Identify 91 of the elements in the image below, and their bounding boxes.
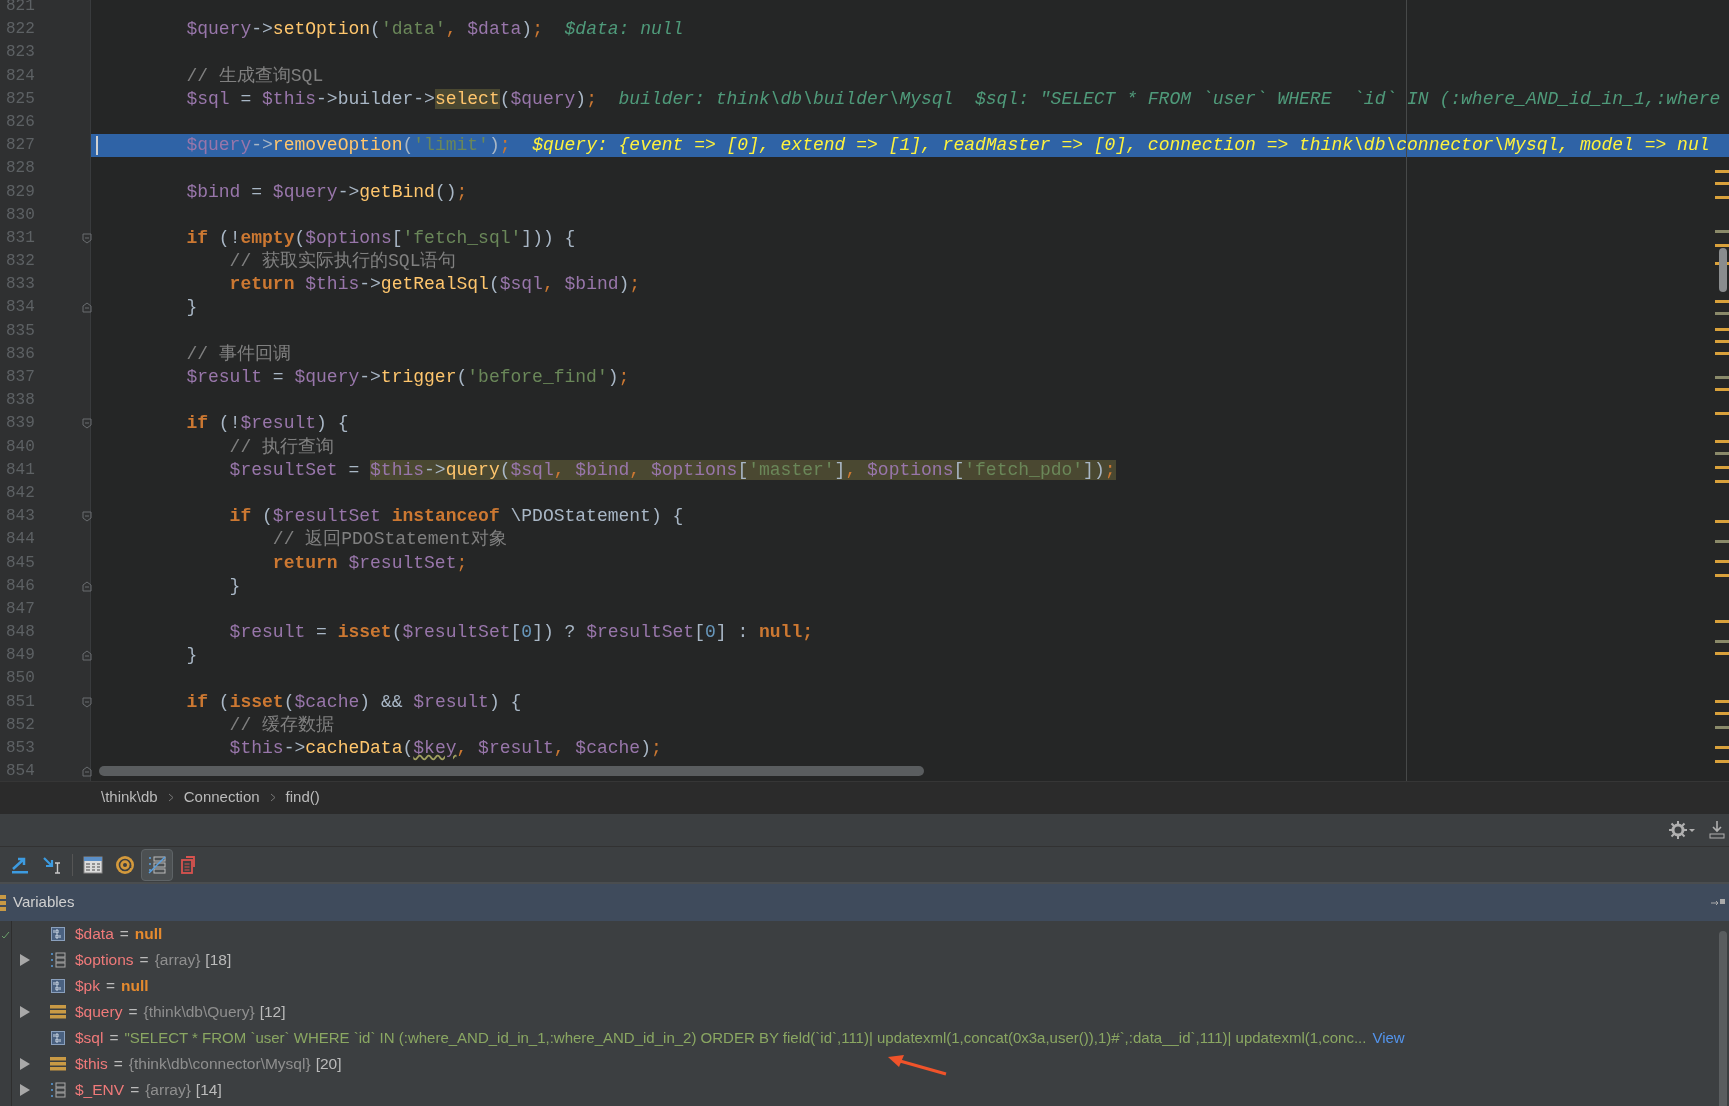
numbered-list-icon <box>147 854 167 875</box>
panel-title: Variables <box>13 892 75 913</box>
expand-triangle-icon[interactable] <box>20 1058 30 1070</box>
code-line: } <box>185 296 198 320</box>
check-icon[interactable] <box>1 931 10 940</box>
inline-debug-value: builder: think\db\builder\Mysql $sql: "SELECT * FROM `user` WHERE `id` IN (:where_AND_id_in_1,:where <box>618 87 1721 111</box>
code-line: return $this->getRealSql($sql, $bind); <box>228 273 641 297</box>
code-line: if (!$result) { <box>185 412 349 436</box>
fold-marker-icon[interactable] <box>82 766 92 778</box>
code-line: // 获取实际执行的SQL语句 <box>228 250 457 274</box>
code-line: // 执行查询 <box>228 435 335 459</box>
fold-marker-icon[interactable] <box>82 232 92 244</box>
code-line: $bind = $query->getBind(); <box>185 180 468 204</box>
inline-debug-value: $data: null <box>564 18 684 42</box>
variable-value: null <box>134 924 163 945</box>
fold-marker-icon[interactable] <box>82 696 92 708</box>
child-count: [18] <box>205 950 232 971</box>
variable-name: $sql <box>75 1028 104 1049</box>
vertical-scrollbar-thumb[interactable] <box>1719 248 1727 292</box>
code-line: $result = isset($resultSet[0]) ? $resultSet[0] : null; <box>228 621 814 645</box>
assignment-sign: = <box>106 976 116 997</box>
breadcrumb[interactable]: Connection <box>183 786 260 809</box>
debug-toolbar-button[interactable] <box>141 848 173 881</box>
expand-triangle-icon[interactable] <box>20 954 30 966</box>
code-line: if (!empty($options['fetch_sql'])) { <box>185 226 576 250</box>
text-cursor <box>96 136 98 156</box>
code-line: // 返回PDOStatement对象 <box>271 528 507 552</box>
array-icon <box>49 952 66 968</box>
variable-type: {array} <box>145 1080 191 1101</box>
fold-marker-icon[interactable] <box>82 418 92 430</box>
code-line: // 缓存数据 <box>228 713 335 737</box>
assignment-sign: = <box>119 924 129 945</box>
primitive-value-icon <box>50 979 65 993</box>
fold-marker-icon[interactable] <box>82 650 92 662</box>
variable-name: $pk <box>75 976 100 997</box>
code-line: // 生成查询SQL <box>185 64 324 88</box>
code-line: if (isset($cache) && $result) { <box>185 690 522 714</box>
child-count: [12] <box>259 1002 286 1023</box>
fold-marker-icon[interactable] <box>82 580 92 592</box>
code-line: $resultSet = $this->query($sql, $bind, $options['master'], $options['fetch_pdo']); <box>228 458 1116 482</box>
primitive-value-icon <box>50 1031 65 1045</box>
assignment-sign: = <box>128 1002 138 1023</box>
assignment-sign: = <box>109 1028 119 1049</box>
fold-marker-icon[interactable] <box>82 302 92 314</box>
child-count: [14] <box>195 1080 222 1101</box>
chevron-icon <box>269 793 276 802</box>
variable-type: {array} <box>154 950 201 971</box>
inline-debug-value: $query: {event => [0], extend => [1], readMaster => [0], connection => think\db\connector\Mysql, model => nul <box>532 134 1710 158</box>
variable-value: "SELECT * FROM `user` WHERE `id` IN (:where_AND_id_in_1,:where_AND_id_in_2) ORDER BY field(`id`,111)| updatexml(1,concat(0x3a,user()),1)#`,:data__id`,111)| updatexml(1,conc... <box>124 1027 1367 1048</box>
variable-name: $this <box>75 1054 108 1075</box>
assignment-sign: = <box>139 950 149 971</box>
code-line: } <box>185 644 198 668</box>
fold-marker-icon[interactable] <box>82 511 92 523</box>
expand-triangle-icon[interactable] <box>20 1006 30 1018</box>
variable-name: $_ENV <box>75 1080 125 1101</box>
object-icon <box>49 1057 66 1071</box>
child-count: [20] <box>315 1054 342 1075</box>
settings-icon[interactable] <box>1669 821 1695 839</box>
variable-name: $data <box>75 924 114 945</box>
code-line: $query->setOption('data', $data); <box>185 18 543 42</box>
download-icon[interactable] <box>1709 821 1725 839</box>
watch-icon <box>115 854 135 875</box>
primitive-value-icon <box>50 927 65 941</box>
variable-type: {think\db\connector\Mysql} <box>128 1054 311 1075</box>
chevron-icon <box>167 793 174 802</box>
code-line: $this->cacheData($key, $result, $cache); <box>228 737 662 760</box>
horizontal-scrollbar-thumb[interactable] <box>99 766 924 776</box>
variable-name: $options <box>75 950 134 971</box>
breadcrumb[interactable]: find() <box>285 786 320 809</box>
assignment-sign: = <box>130 1080 140 1101</box>
breadcrumb[interactable]: \think\db <box>101 786 158 809</box>
vertical-scrollbar-thumb[interactable] <box>1719 931 1727 1106</box>
object-icon <box>49 1005 66 1019</box>
run-to-cursor-icon <box>42 854 62 875</box>
code-line: // 事件回调 <box>185 342 291 366</box>
panel-grip-icon <box>0 894 6 911</box>
variable-name: $query <box>75 1002 123 1023</box>
array-icon <box>49 1082 66 1098</box>
code-line: return $resultSet; <box>271 551 468 575</box>
code-line: $result = $query->trigger('before_find'); <box>185 366 630 389</box>
variable-value: null <box>121 976 149 997</box>
code-line: if ($resultSet instanceof \PDOStatement) { <box>228 505 684 529</box>
variable-type: {think\db\Query} <box>143 1002 255 1023</box>
expand-triangle-icon[interactable] <box>20 1084 30 1096</box>
table-icon <box>83 855 103 874</box>
annotation-arrow <box>886 1053 948 1077</box>
code-line: $query->removeOption('limit'); <box>185 134 511 158</box>
code-line: $sql = $this->builder->select($query); <box>185 87 597 111</box>
clipboard-icon <box>180 854 198 875</box>
assignment-sign: = <box>113 1054 123 1075</box>
code-line: } <box>228 574 241 598</box>
